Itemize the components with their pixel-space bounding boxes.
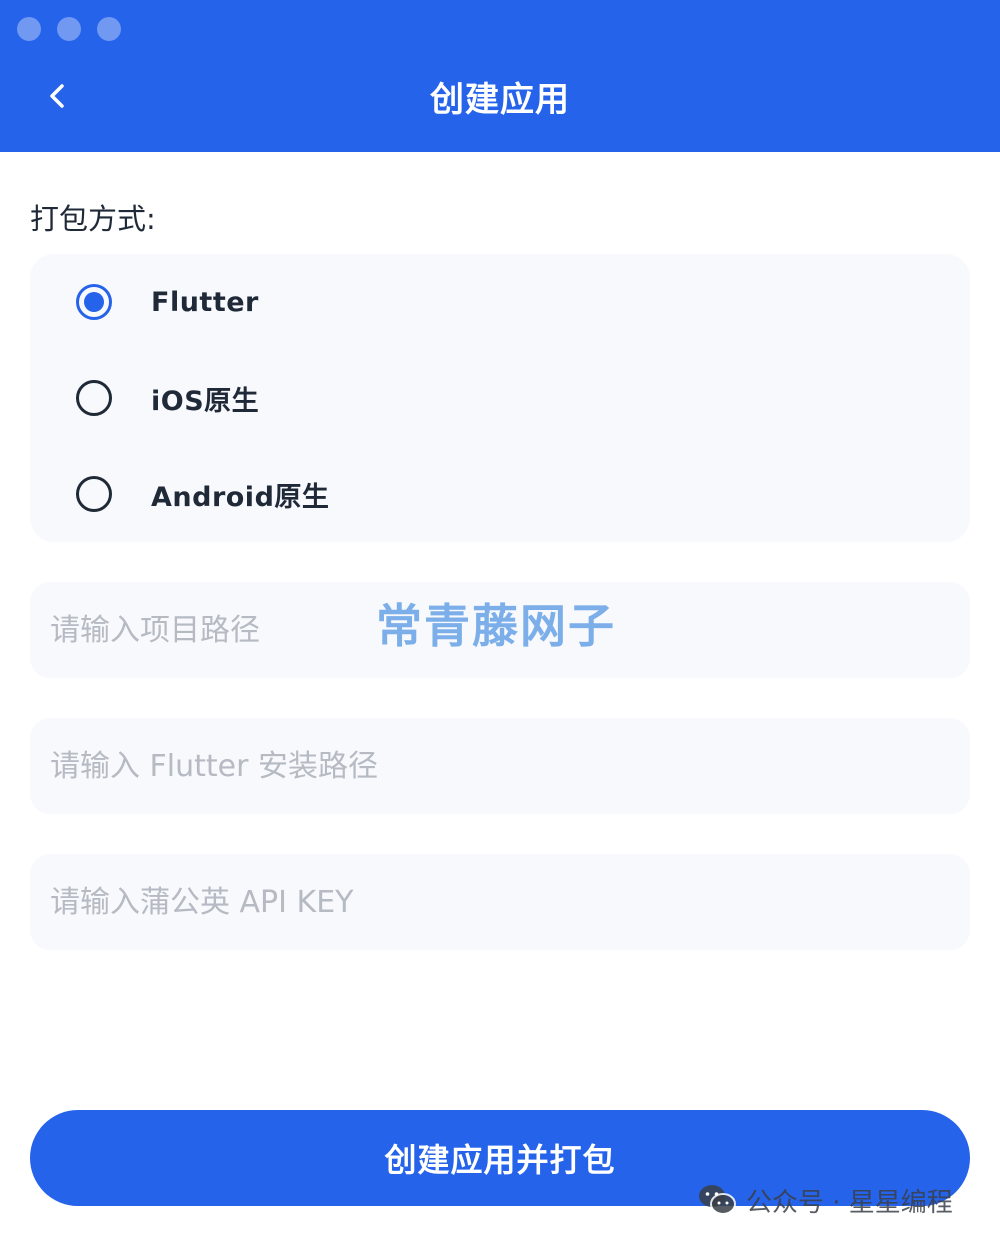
- flutter-path-input[interactable]: [30, 718, 970, 814]
- page-title: 创建应用: [430, 80, 570, 120]
- radio-option-ios[interactable]: iOS原生: [30, 362, 970, 434]
- radio-unchecked-icon[interactable]: [76, 380, 112, 416]
- app-header: 创建应用: [0, 0, 1000, 152]
- radio-option-flutter[interactable]: Flutter: [30, 266, 970, 338]
- pack-method-label: 打包方式:: [30, 202, 156, 236]
- create-and-pack-button[interactable]: 创建应用并打包: [30, 1110, 970, 1206]
- maximize-window-button[interactable]: [97, 17, 121, 41]
- project-path-input[interactable]: [30, 582, 970, 678]
- radio-checked-icon[interactable]: [76, 284, 112, 320]
- radio-label-ios: iOS原生: [151, 385, 260, 417]
- window-controls: [17, 17, 121, 41]
- pgyer-api-key-input[interactable]: [30, 854, 970, 950]
- radio-option-android[interactable]: Android原生: [30, 458, 970, 530]
- pack-method-radio-group: Flutter iOS原生 Android原生: [30, 254, 970, 542]
- radio-label-android: Android原生: [151, 481, 330, 513]
- close-window-button[interactable]: [17, 17, 41, 41]
- radio-unchecked-icon[interactable]: [76, 476, 112, 512]
- radio-label-flutter: Flutter: [151, 286, 259, 318]
- minimize-window-button[interactable]: [57, 17, 81, 41]
